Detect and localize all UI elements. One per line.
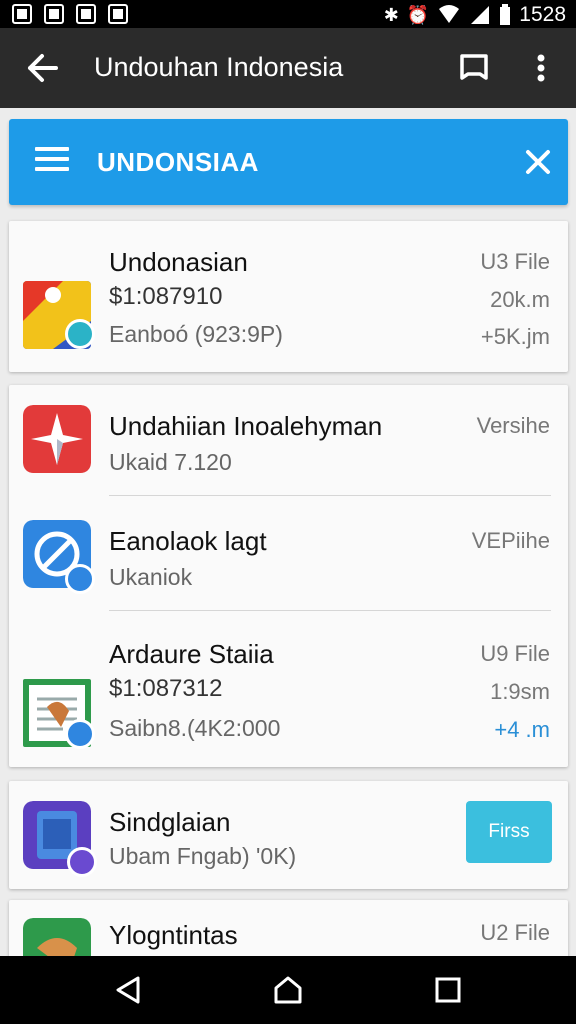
- item-meta: Ubam Fngab) '0K): [109, 843, 297, 869]
- wifi-icon: [439, 5, 460, 23]
- item-version-label: Versihe: [476, 413, 550, 438]
- item-file-label: U3 File: [480, 249, 550, 274]
- item-price: $1:087910: [109, 283, 223, 310]
- app-notification-icon: [76, 4, 96, 24]
- item-version: Ukaid 7.120: [109, 449, 232, 475]
- list-item[interactable]: Undahiian Inoalehyman Ukaid 7.120 Versih…: [9, 385, 568, 495]
- item-name: Sindglaian: [109, 807, 231, 837]
- search-bar[interactable]: UNDONSIAA: [9, 119, 568, 205]
- item-name: Ardaure Staiia: [109, 639, 274, 669]
- list-item[interactable]: Sindglaian Ubam Fngab) '0K) Firss: [9, 781, 568, 889]
- star-app-icon: [23, 405, 91, 473]
- signal-icon: [471, 6, 490, 24]
- result-card[interactable]: Undonasian $1:087910 Eanboó (923:9P) U3 …: [9, 221, 568, 372]
- photo-icon: [108, 4, 128, 24]
- list-item[interactable]: Ardaure Staiia $1:087312 Saibn8.(4K2:000…: [9, 611, 568, 767]
- item-name: Eanolaok lagt: [109, 526, 267, 556]
- list-item[interactable]: Eanolaok lagt Ukaniok VEPiihe: [9, 496, 568, 610]
- status-time: 1528: [519, 3, 566, 26]
- menu-icon[interactable]: [35, 147, 69, 177]
- item-meta: Eanboó (923:9P): [109, 321, 283, 347]
- battery-icon: [500, 4, 511, 25]
- verified-badge-icon: [67, 847, 97, 877]
- image-icon: [44, 4, 64, 24]
- item-downloads: +4 .m: [494, 717, 550, 742]
- item-file-label: U9 File: [480, 641, 550, 666]
- item-size: 20k.m: [490, 287, 550, 312]
- navigation-bar: [0, 956, 576, 1024]
- list-item[interactable]: Undonasian $1:087910 Eanboó (923:9P) U3 …: [9, 221, 568, 372]
- item-developer: Ukaniok: [109, 564, 193, 590]
- result-card[interactable]: Undahiian Inoalehyman Ukaid 7.120 Versih…: [9, 385, 568, 767]
- result-card[interactable]: Sindglaian Ubam Fngab) '0K) Firss: [9, 781, 568, 889]
- recents-nav-icon[interactable]: [432, 974, 464, 1006]
- item-size: 1:9sm: [490, 679, 550, 704]
- bookmark-icon[interactable]: [458, 52, 490, 84]
- item-meta: Saibn8.(4K2:000: [109, 715, 281, 741]
- app-bar: Undouhan Indonesia: [0, 28, 576, 108]
- close-icon[interactable]: [521, 145, 555, 179]
- item-version-label: VEPiihe: [471, 528, 550, 553]
- bluetooth-icon: ✱: [383, 5, 399, 25]
- verified-badge-icon: [65, 564, 95, 594]
- status-bar: ✱ ⏰ 1528: [0, 0, 576, 28]
- more-options-icon[interactable]: [526, 48, 556, 88]
- item-name: Ylogntintas: [109, 920, 238, 950]
- item-downloads: +5K.jm: [480, 324, 550, 349]
- verified-badge-icon: [65, 319, 95, 349]
- notification-icon: [12, 4, 32, 24]
- search-query[interactable]: UNDONSIAA: [97, 147, 259, 178]
- item-name: Undahiian Inoalehyman: [109, 411, 383, 441]
- page-title: Undouhan Indonesia: [94, 52, 344, 82]
- back-nav-icon[interactable]: [112, 974, 144, 1006]
- item-price: $1:087312: [109, 675, 223, 702]
- alarm-icon: ⏰: [406, 5, 430, 25]
- item-file-label: U2 File: [480, 920, 550, 945]
- item-name: Undonasian: [109, 247, 248, 277]
- back-arrow-icon[interactable]: [22, 48, 62, 88]
- verified-badge-icon: [65, 719, 95, 749]
- home-nav-icon[interactable]: [272, 974, 304, 1006]
- first-button[interactable]: Firss: [466, 801, 552, 863]
